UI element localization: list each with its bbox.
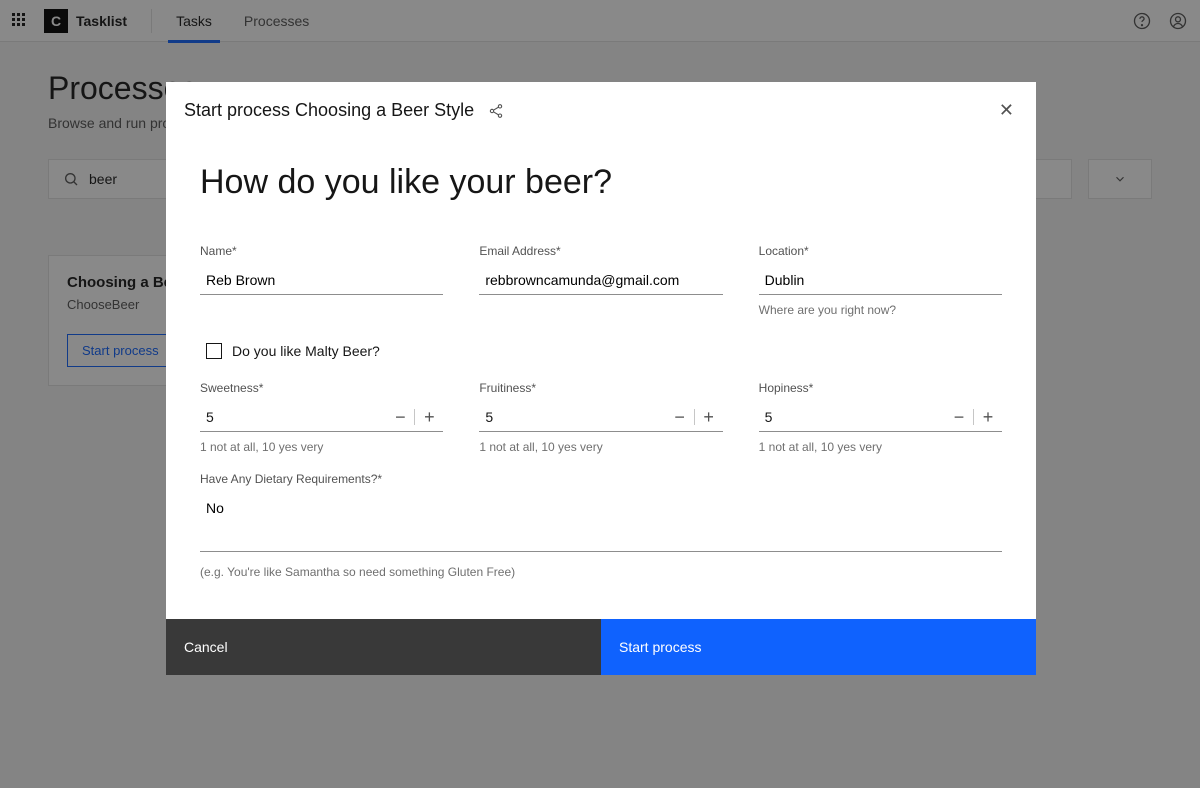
sweetness-decrement[interactable]: − [386, 407, 414, 428]
hopiness-helper: 1 not at all, 10 yes very [759, 440, 1002, 454]
start-process-button[interactable]: Start process [601, 619, 1036, 675]
hopiness-label: Hopiness* [759, 381, 1002, 395]
fruitiness-increment[interactable]: + [695, 407, 723, 428]
fruitiness-stepper: 5 − + [479, 403, 722, 432]
close-icon[interactable]: ✕ [995, 96, 1018, 125]
malty-checkbox-label: Do you like Malty Beer? [232, 343, 380, 359]
sweetness-helper: 1 not at all, 10 yes very [200, 440, 443, 454]
email-field: Email Address* [479, 244, 722, 317]
share-icon[interactable] [488, 103, 504, 119]
form-heading: How do you like your beer? [200, 163, 1002, 202]
name-field: Name* [200, 244, 443, 317]
hopiness-decrement[interactable]: − [945, 407, 973, 428]
email-label: Email Address* [479, 244, 722, 258]
sweetness-value[interactable]: 5 [200, 403, 386, 431]
hopiness-value[interactable]: 5 [759, 403, 945, 431]
email-input[interactable] [479, 266, 722, 295]
name-label: Name* [200, 244, 443, 258]
sweetness-increment[interactable]: + [415, 407, 443, 428]
fruitiness-decrement[interactable]: − [666, 407, 694, 428]
hopiness-increment[interactable]: + [974, 407, 1002, 428]
location-input[interactable] [759, 266, 1002, 295]
name-input[interactable] [200, 266, 443, 295]
location-helper: Where are you right now? [759, 303, 1002, 317]
fruitiness-field: Fruitiness* 5 − + 1 not at all, 10 yes v… [479, 381, 722, 454]
sweetness-label: Sweetness* [200, 381, 443, 395]
fruitiness-label: Fruitiness* [479, 381, 722, 395]
start-process-modal: Start process Choosing a Beer Style ✕ Ho… [166, 82, 1036, 675]
location-label: Location* [759, 244, 1002, 258]
hopiness-field: Hopiness* 5 − + 1 not at all, 10 yes ver… [759, 381, 1002, 454]
dietary-label: Have Any Dietary Requirements?* [200, 472, 1002, 486]
malty-checkbox[interactable] [206, 343, 222, 359]
dietary-field: Have Any Dietary Requirements?* (e.g. Yo… [200, 472, 1002, 579]
modal-title: Start process Choosing a Beer Style [184, 100, 474, 121]
hopiness-stepper: 5 − + [759, 403, 1002, 432]
cancel-button[interactable]: Cancel [166, 619, 601, 675]
sweetness-stepper: 5 − + [200, 403, 443, 432]
fruitiness-helper: 1 not at all, 10 yes very [479, 440, 722, 454]
dietary-helper: (e.g. You're like Samantha so need somet… [200, 565, 1002, 579]
sweetness-field: Sweetness* 5 − + 1 not at all, 10 yes ve… [200, 381, 443, 454]
dietary-input[interactable] [200, 494, 1002, 552]
location-field: Location* Where are you right now? [759, 244, 1002, 317]
fruitiness-value[interactable]: 5 [479, 403, 665, 431]
